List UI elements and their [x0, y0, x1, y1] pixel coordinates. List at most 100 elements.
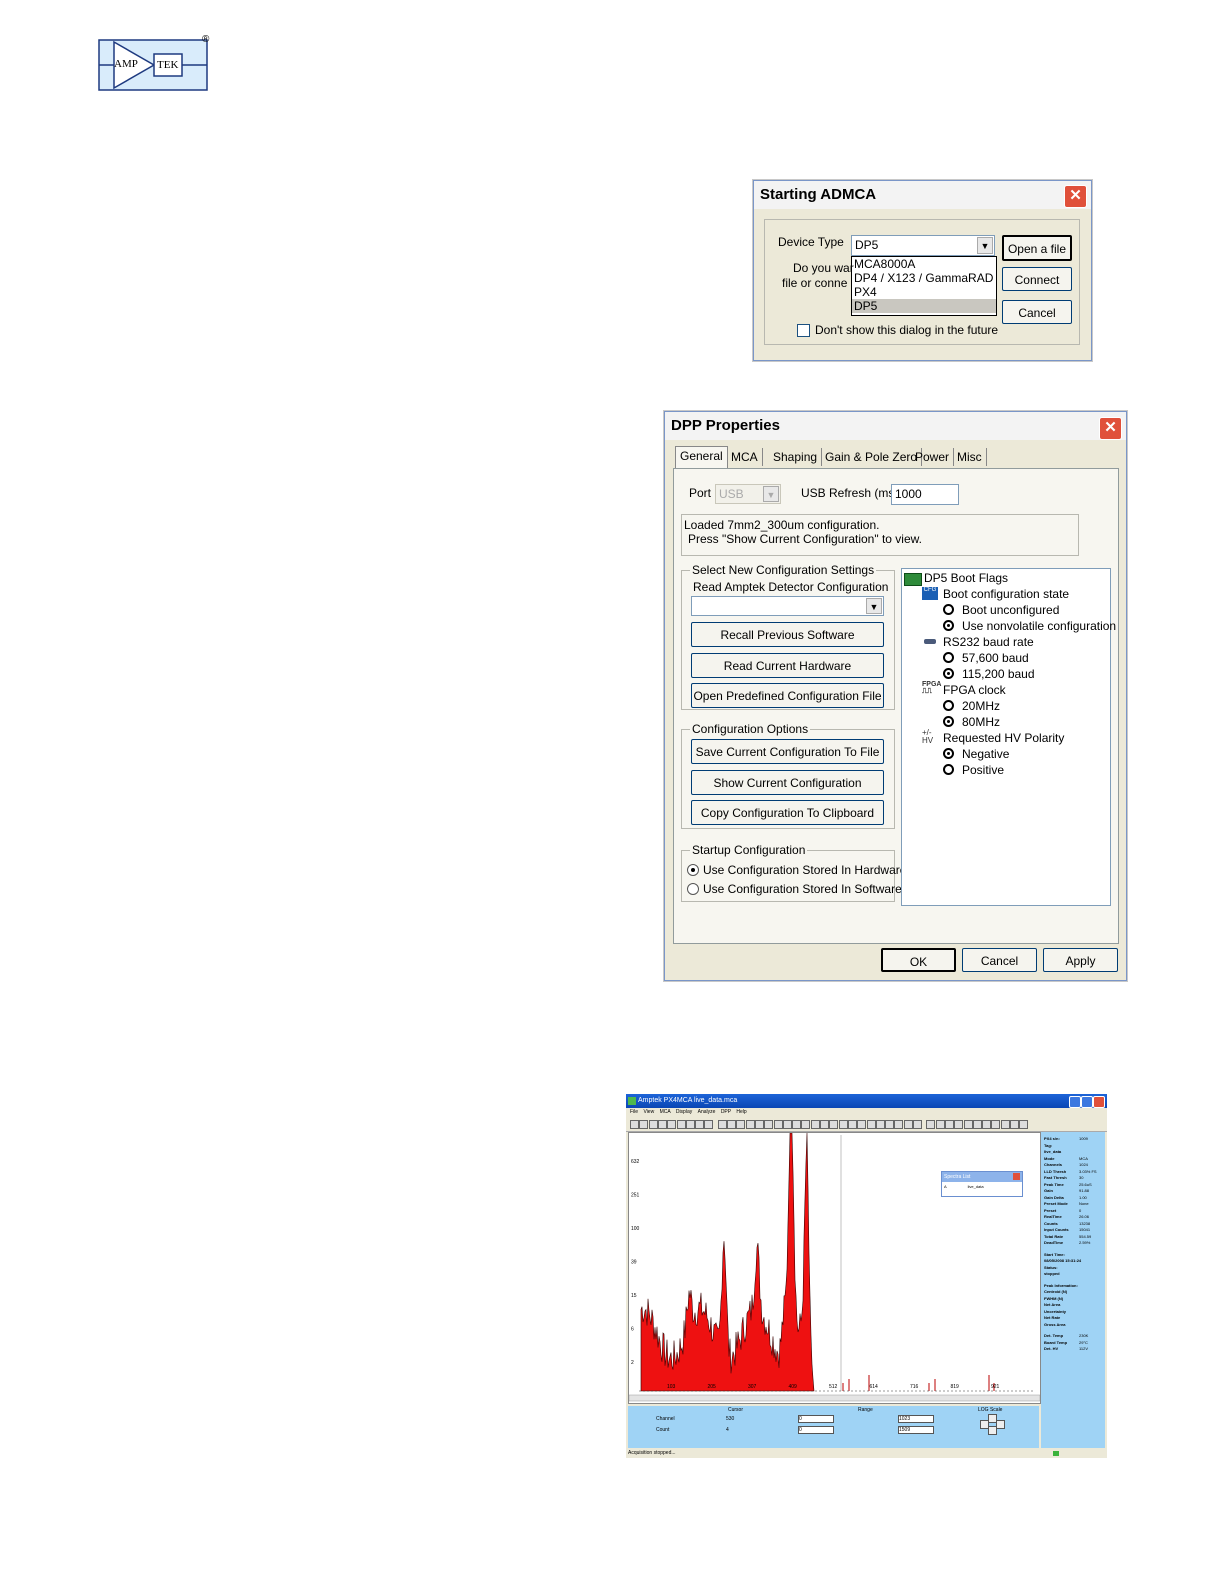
detector-config-select[interactable]: ▼ [691, 596, 884, 616]
toolbar-button[interactable] [754, 1120, 764, 1129]
close-icon[interactable]: ✕ [1099, 417, 1122, 440]
device-type-select[interactable]: DP5 ▼ [851, 235, 995, 256]
toolbar-button[interactable] [764, 1120, 774, 1129]
toolbar-button[interactable] [773, 1120, 783, 1129]
toolbar-button[interactable] [801, 1120, 811, 1129]
dropdown-option[interactable]: MCA8000A [852, 257, 996, 271]
toolbar-button[interactable] [866, 1120, 876, 1129]
baud-57600-radio[interactable] [943, 652, 954, 663]
chevron-down-icon[interactable]: ▼ [866, 598, 882, 614]
menu-view[interactable]: View [643, 1109, 654, 1115]
open-predefined-config-button[interactable]: Open Predefined Configuration File [691, 683, 884, 708]
save-config-button[interactable]: Save Current Configuration To File [691, 739, 884, 764]
dropdown-option[interactable]: DP4 / X123 / GammaRAD [852, 271, 996, 285]
startup-software-radio[interactable] [687, 883, 699, 895]
tab-mca[interactable]: MCA [727, 448, 763, 466]
connect-button[interactable]: Connect [1002, 267, 1072, 291]
toolbar-button[interactable] [648, 1120, 658, 1129]
toolbar-button[interactable] [810, 1120, 820, 1129]
toolbar-button[interactable] [991, 1120, 1001, 1129]
spectrum-plot[interactable]: 632 251 100 39 15 6 2 103 205 307 409 512 614 716 819 9… [628, 1132, 1041, 1404]
toolbar-button[interactable] [926, 1120, 936, 1129]
hv-positive-radio[interactable] [943, 764, 954, 775]
menu-dpp[interactable]: DPP [721, 1109, 731, 1115]
read-hardware-config-button[interactable]: Read Current Hardware Configuration [691, 653, 884, 697]
log-down-arrow-icon[interactable] [988, 1426, 997, 1435]
toolbar-button[interactable] [1010, 1120, 1019, 1129]
toolbar-button[interactable] [954, 1120, 964, 1129]
toolbar-button[interactable] [736, 1120, 746, 1129]
toolbar-button[interactable] [676, 1120, 686, 1129]
menu-help[interactable]: Help [736, 1109, 746, 1115]
toolbar-button[interactable] [639, 1120, 649, 1129]
dropdown-option-selected[interactable]: DP5 [852, 299, 996, 313]
close-icon[interactable]: ✕ [1064, 185, 1087, 208]
tab-power[interactable]: Power [911, 448, 955, 466]
recall-software-config-button[interactable]: Recall Previous Software Configuration [691, 622, 884, 666]
range-low-input-2[interactable]: 0 [798, 1426, 834, 1434]
chevron-down-icon[interactable]: ▼ [977, 237, 993, 254]
menu-mca[interactable]: MCA [660, 1109, 671, 1115]
cancel-button[interactable]: Cancel [962, 948, 1037, 972]
toolbar-button[interactable] [838, 1120, 848, 1129]
toolbar-button[interactable] [1019, 1120, 1029, 1129]
toolbar-button[interactable] [935, 1120, 945, 1129]
toolbar-button[interactable] [894, 1120, 904, 1129]
toolbar-button[interactable] [913, 1120, 922, 1129]
toolbar-button[interactable] [857, 1120, 867, 1129]
tab-gain-pole-zero[interactable]: Gain & Pole Zero [821, 448, 923, 466]
minimize-icon[interactable] [1069, 1096, 1081, 1108]
menu-analyze[interactable]: Analyze [698, 1109, 716, 1115]
toolbar-button[interactable] [657, 1120, 667, 1129]
copy-config-button[interactable]: Copy Configuration To Clipboard [691, 800, 884, 825]
toolbar-button[interactable] [745, 1120, 755, 1129]
tab-general[interactable]: General [675, 446, 728, 469]
toolbar-button[interactable] [903, 1120, 913, 1129]
boot-unconfigured-radio[interactable] [943, 604, 954, 615]
toolbar-button[interactable] [695, 1120, 705, 1129]
toolbar-button[interactable] [829, 1120, 839, 1129]
fpga-20mhz-radio[interactable] [943, 700, 954, 711]
toolbar-button[interactable] [875, 1120, 885, 1129]
toolbar-button[interactable] [792, 1120, 802, 1129]
toolbar-button[interactable] [727, 1120, 736, 1129]
startup-hardware-radio[interactable] [687, 864, 699, 876]
use-nonvolatile-radio[interactable] [943, 620, 954, 631]
toolbar-button[interactable] [667, 1120, 677, 1129]
spectra-list-entry[interactable]: A live_data [942, 1182, 1022, 1191]
log-right-arrow-icon[interactable] [996, 1420, 1005, 1429]
fpga-80mhz-radio[interactable] [943, 716, 954, 727]
show-config-button[interactable]: Show Current Configuration [691, 770, 884, 795]
toolbar-button[interactable] [820, 1120, 829, 1129]
range-high-input-2[interactable]: 1509 [898, 1426, 934, 1434]
toolbar-button[interactable] [944, 1120, 954, 1129]
apply-button[interactable]: Apply [1043, 948, 1118, 972]
toolbar-button[interactable] [630, 1120, 639, 1129]
toolbar-button[interactable] [972, 1120, 982, 1129]
toolbar-button[interactable] [885, 1120, 895, 1129]
toolbar-button[interactable] [982, 1120, 992, 1129]
close-icon[interactable] [1093, 1096, 1105, 1108]
range-high-input-1[interactable]: 1023 [898, 1415, 934, 1423]
tab-misc[interactable]: Misc [953, 448, 987, 466]
ok-button[interactable]: OK [881, 948, 956, 972]
toolbar-button[interactable] [1000, 1120, 1010, 1129]
menu-file[interactable]: File [630, 1109, 638, 1115]
range-low-input-1[interactable]: 0 [798, 1415, 834, 1423]
dropdown-option[interactable]: PX4 [852, 285, 996, 299]
toolbar-button[interactable] [847, 1120, 857, 1129]
menu-display[interactable]: Display [676, 1109, 692, 1115]
open-file-button[interactable]: Open a file [1002, 235, 1072, 261]
baud-115200-radio[interactable] [943, 668, 954, 679]
toolbar-button[interactable] [782, 1120, 792, 1129]
toolbar-button[interactable] [704, 1120, 714, 1129]
maximize-icon[interactable] [1081, 1096, 1093, 1108]
cancel-button[interactable]: Cancel [1002, 300, 1072, 324]
usb-refresh-input[interactable]: 1000 [891, 484, 959, 505]
hv-negative-radio[interactable] [943, 748, 954, 759]
toolbar-button[interactable] [717, 1120, 727, 1129]
dont-show-checkbox[interactable] [797, 324, 810, 337]
tab-shaping[interactable]: Shaping [769, 448, 823, 466]
toolbar-button[interactable] [963, 1120, 973, 1129]
close-icon[interactable] [1013, 1173, 1020, 1180]
